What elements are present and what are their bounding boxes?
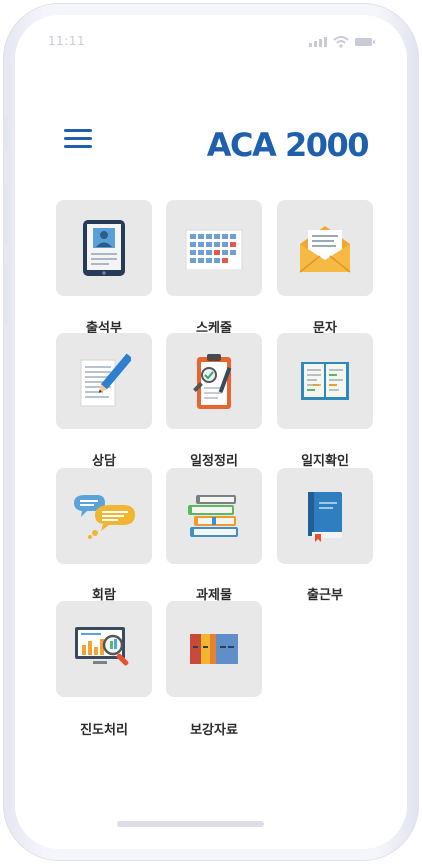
menu-tile-homework[interactable] bbox=[166, 468, 262, 564]
menu-label-journal: 일지확인 bbox=[301, 454, 349, 469]
menu-tile-journal[interactable] bbox=[277, 333, 373, 429]
menu-tile-commute[interactable] bbox=[277, 468, 373, 564]
hamburger-menu-icon[interactable] bbox=[64, 129, 92, 153]
menu-label-commute: 출근부 bbox=[307, 588, 343, 603]
menu-label-supplement: 보강자료 bbox=[190, 723, 238, 738]
menu-tile-message[interactable] bbox=[277, 200, 373, 296]
menu-tile-schedule[interactable] bbox=[166, 200, 262, 296]
menu-tile-attendance[interactable] bbox=[56, 200, 152, 296]
status-time: 11:11 bbox=[48, 34, 86, 48]
menu-tile-supplement[interactable] bbox=[166, 601, 262, 697]
tablet-profile-icon bbox=[83, 220, 125, 276]
status-bar: 11:11 bbox=[15, 15, 407, 65]
clipboard-magnifier-icon bbox=[193, 354, 232, 409]
monitor-chart-icon bbox=[75, 627, 129, 666]
menu-label-consult: 상담 bbox=[92, 454, 116, 469]
menu-tile-progress[interactable] bbox=[56, 601, 152, 697]
app-screen: 11:11 ACA 2000 출석부 스케줄 문자 상담 일정정리 일지확인 회… bbox=[15, 15, 407, 849]
app-logo: ACA 2000 bbox=[206, 126, 370, 164]
mute-switch bbox=[3, 117, 8, 151]
book-stack-icon bbox=[188, 495, 238, 537]
open-book-icon bbox=[301, 362, 349, 400]
envelope-icon bbox=[299, 226, 351, 273]
battery-icon bbox=[355, 38, 375, 46]
menu-tile-circular[interactable] bbox=[56, 468, 152, 564]
menu-label-progress: 진도처리 bbox=[80, 723, 128, 738]
volume-up-button bbox=[3, 183, 8, 245]
binders-icon bbox=[190, 634, 238, 664]
volume-down-button bbox=[3, 263, 8, 325]
document-pencil-icon bbox=[80, 353, 131, 407]
menu-tile-plan[interactable] bbox=[166, 333, 262, 429]
wifi-icon bbox=[333, 36, 349, 48]
speech-bubbles-icon bbox=[74, 495, 135, 539]
menu-label-plan: 일정정리 bbox=[190, 454, 238, 469]
signal-icon bbox=[309, 37, 327, 47]
bookmark-book-icon bbox=[308, 492, 342, 542]
calendar-icon bbox=[185, 229, 243, 270]
menu-tile-consult[interactable] bbox=[56, 333, 152, 429]
home-indicator[interactable] bbox=[117, 821, 264, 827]
status-icons bbox=[309, 36, 375, 48]
